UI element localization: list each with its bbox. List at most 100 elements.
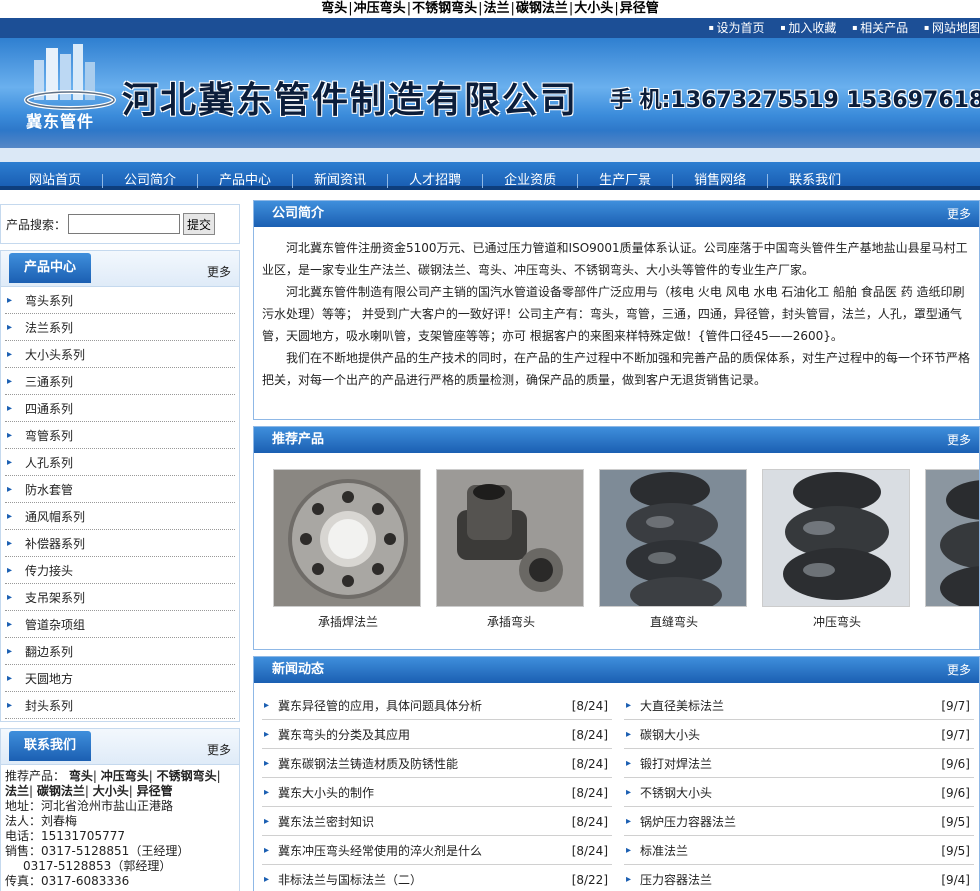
news-item[interactable]: 冀东异径管的应用，具体问题具体分析 [8/24] xyxy=(262,691,612,721)
nav-item-jobs[interactable]: 人才招聘 xyxy=(388,174,484,188)
news-item-title[interactable]: 冀东大小头的制作 xyxy=(278,786,374,800)
category-item[interactable]: 翻边系列 xyxy=(5,638,235,666)
category-item[interactable]: 封头系列 xyxy=(5,692,235,720)
news-item[interactable]: 冀东法兰密封知识 [8/24] xyxy=(262,807,612,837)
contact-more-link[interactable]: 更多 xyxy=(207,741,231,758)
category-item[interactable]: 天圆地方 xyxy=(5,665,235,693)
news-item[interactable]: 大直径美标法兰 [9/7] xyxy=(624,691,974,721)
category-item[interactable]: 人孔系列 xyxy=(5,449,235,477)
category-item[interactable]: 通风帽系列 xyxy=(5,503,235,531)
product-caption[interactable]: 直缝弯头 xyxy=(599,613,749,630)
category-item[interactable]: 三通系列 xyxy=(5,368,235,396)
nav-item-news[interactable]: 新闻资讯 xyxy=(293,174,389,188)
product-card[interactable]: 承插焊法兰 xyxy=(273,469,423,630)
nav-item-products[interactable]: 产品中心 xyxy=(198,174,294,188)
news-item-title[interactable]: 锅炉压力容器法兰 xyxy=(640,815,736,829)
search-submit-button[interactable]: 提交 xyxy=(183,213,216,235)
news-item-title[interactable]: 非标法兰与国标法兰（二） xyxy=(278,873,422,887)
news-item-title[interactable]: 不锈钢大小头 xyxy=(640,786,712,800)
category-item[interactable]: 补偿器系列 xyxy=(5,530,235,558)
category-item[interactable]: 大小头系列 xyxy=(5,341,235,369)
category-item[interactable]: 防水套管 xyxy=(5,476,235,504)
recommended-title: 推荐产品 xyxy=(272,432,325,447)
news-item-title[interactable]: 冀东碳钢法兰铸造材质及防锈性能 xyxy=(278,757,458,771)
news-item[interactable]: 压力容器法兰 [9/4] xyxy=(624,865,974,891)
product-carousel: 承插焊法兰 承插弯头 直缝弯头 冲压弯头 xyxy=(254,453,979,649)
intro-paragraph: 我们在不断地提供产品的生产技术的同时，在产品的生产过程中不断加强和完善产品的质保… xyxy=(262,351,971,387)
category-item[interactable]: 支吊架系列 xyxy=(5,584,235,612)
product-caption[interactable]: 冲压弯头 xyxy=(762,613,912,630)
product-caption[interactable]: 承插焊法兰 xyxy=(273,613,423,630)
contact-product-link[interactable]: 不锈钢弯头 xyxy=(157,769,217,783)
product-card[interactable]: 直缝弯头 xyxy=(599,469,749,630)
pressed-elbow-image[interactable] xyxy=(762,469,910,607)
news-item-title[interactable]: 冀东异径管的应用，具体问题具体分析 xyxy=(278,699,482,713)
product-card[interactable]: 冲压弯头 xyxy=(762,469,912,630)
nav-item-factory[interactable]: 生产厂景 xyxy=(578,174,674,188)
contact-product-link[interactable]: 异径管 xyxy=(137,784,173,798)
category-item[interactable]: 管道杂项组 xyxy=(5,611,235,639)
news-item[interactable]: 不锈钢大小头 [9/6] xyxy=(624,778,974,808)
news-item-date: [8/24] xyxy=(571,757,608,771)
keyword-link[interactable]: 异径管 xyxy=(620,1,659,16)
product-card-partial[interactable] xyxy=(925,469,979,607)
product-image-partial[interactable] xyxy=(925,469,979,607)
contact-product-link[interactable]: 法兰 xyxy=(5,784,29,798)
keyword-link[interactable]: 碳钢法兰 xyxy=(516,1,568,16)
contact-legal: 法人：刘春梅 xyxy=(5,814,78,828)
product-caption[interactable]: 承插弯头 xyxy=(436,613,586,630)
nav-item-qualification[interactable]: 企业资质 xyxy=(483,174,579,188)
news-more-link[interactable]: 更多 xyxy=(947,657,971,683)
keyword-link[interactable]: 弯头 xyxy=(321,1,347,16)
category-item[interactable]: 四通系列 xyxy=(5,395,235,423)
news-item[interactable]: 锅炉压力容器法兰 [9/5] xyxy=(624,807,974,837)
product-center-more-link[interactable]: 更多 xyxy=(207,263,231,280)
keyword-link[interactable]: 大小头 xyxy=(574,1,613,16)
category-item[interactable]: 传力接头 xyxy=(5,557,235,585)
news-item[interactable]: 碳钢大小头 [9/7] xyxy=(624,720,974,750)
related-products-link[interactable]: 相关产品 xyxy=(852,21,908,35)
product-card[interactable]: 承插弯头 xyxy=(436,469,586,630)
add-favorite-link[interactable]: 加入收藏 xyxy=(780,21,836,35)
nav-item-contact[interactable]: 联系我们 xyxy=(768,174,862,188)
news-item[interactable]: 非标法兰与国标法兰（二） [8/22] xyxy=(262,865,612,891)
news-item[interactable]: 冀东大小头的制作 [8/24] xyxy=(262,778,612,808)
contact-fax: 传真：0317-6083336 xyxy=(5,874,130,888)
contact-product-link[interactable]: 碳钢法兰 xyxy=(37,784,85,798)
sitemap-link[interactable]: 网站地图 xyxy=(924,21,980,35)
category-item[interactable]: 弯头系列 xyxy=(5,287,235,315)
news-item-title[interactable]: 压力容器法兰 xyxy=(640,873,712,887)
news-item[interactable]: 锻打对焊法兰 [9/6] xyxy=(624,749,974,779)
news-item-title[interactable]: 冀东法兰密封知识 xyxy=(278,815,374,829)
keyword-link[interactable]: 不锈钢弯头 xyxy=(412,1,477,16)
category-item[interactable]: 弯管系列 xyxy=(5,422,235,450)
news-item[interactable]: 冀东弯头的分类及其应用 [8/24] xyxy=(262,720,612,750)
contact-product-link[interactable]: 冲压弯头 xyxy=(101,769,149,783)
flange-image[interactable] xyxy=(273,469,421,607)
news-item-title[interactable]: 碳钢大小头 xyxy=(640,728,700,742)
news-item-title[interactable]: 标准法兰 xyxy=(640,844,688,858)
news-item[interactable]: 冀东冲压弯头经常使用的淬火剂是什么 [8/24] xyxy=(262,836,612,866)
socket-elbow-image[interactable] xyxy=(436,469,584,607)
news-item-title[interactable]: 冀东冲压弯头经常使用的淬火剂是什么 xyxy=(278,844,482,858)
news-item[interactable]: 冀东碳钢法兰铸造材质及防锈性能 [8/24] xyxy=(262,749,612,779)
nav-item-home[interactable]: 网站首页 xyxy=(8,174,104,188)
set-homepage-link[interactable]: 设为首页 xyxy=(709,21,765,35)
keyword-link[interactable]: 法兰 xyxy=(483,1,509,16)
contact-product-link[interactable]: 弯头 xyxy=(69,769,93,783)
news-item-title[interactable]: 锻打对焊法兰 xyxy=(640,757,712,771)
seam-elbow-image[interactable] xyxy=(599,469,747,607)
news-item-title[interactable]: 大直径美标法兰 xyxy=(640,699,724,713)
keyword-link[interactable]: 冲压弯头 xyxy=(354,1,406,16)
recommended-more-link[interactable]: 更多 xyxy=(947,427,971,453)
news-item[interactable]: 标准法兰 [9/5] xyxy=(624,836,974,866)
nav-item-sales-network[interactable]: 销售网络 xyxy=(673,174,769,188)
intro-more-link[interactable]: 更多 xyxy=(947,201,971,227)
contact-product-link[interactable]: 大小头 xyxy=(93,784,129,798)
news-item-title[interactable]: 冀东弯头的分类及其应用 xyxy=(278,728,410,742)
nav-item-about[interactable]: 公司简介 xyxy=(103,174,199,188)
category-item[interactable]: 法兰系列 xyxy=(5,314,235,342)
search-input[interactable] xyxy=(68,214,181,234)
news-item-date: [8/22] xyxy=(571,873,608,887)
header-banner: 冀东管件 河北冀东管件制造有限公司 手 机:13673275519 153697… xyxy=(0,38,980,148)
